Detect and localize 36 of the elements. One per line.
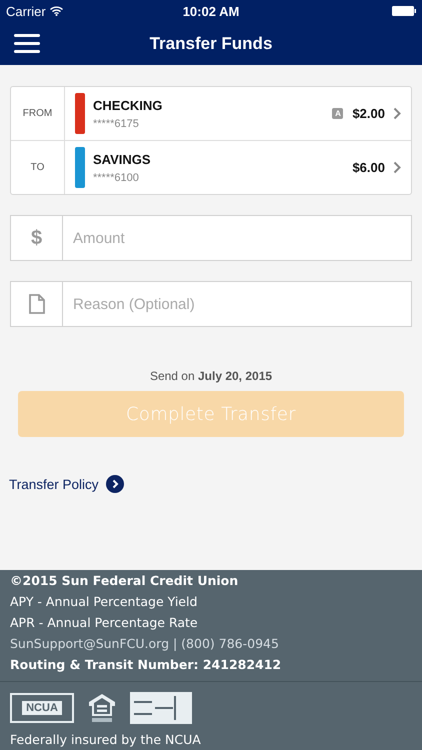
chevron-icon (393, 107, 401, 120)
account-role-label: TO (30, 162, 44, 173)
amount-input[interactable]: Amount (63, 216, 411, 260)
account-name: CHECKING (93, 98, 164, 112)
clock-time: 10:02 AM (182, 4, 240, 18)
account-selector[interactable]: CHECKING *****6175 A $2.00 (65, 87, 411, 140)
document-icon (28, 294, 44, 314)
carrier-label: Carrier (6, 4, 46, 18)
routing-number-text: Routing & Transit Number: 241282412 (10, 657, 282, 672)
chevron-icon (393, 161, 401, 174)
apy-text: APY - Annual Percentage Yield (10, 594, 198, 609)
ncua-logo: NCUA (10, 693, 74, 723)
account-balance: $6.00 (352, 160, 385, 175)
dollar-icon: $ (30, 226, 42, 250)
account-selector[interactable]: SAVINGS *****6100 $6.00 (65, 141, 411, 194)
send-date-text: Send on July 20, 2015 (150, 369, 272, 383)
menu-icon[interactable] (14, 34, 40, 53)
insured-text: Federally insured by the NCUA (9, 731, 202, 747)
brand-logo-drawing (130, 692, 192, 724)
contact-text: SunSupport@SunFCU.org | (800) 786-0945 (10, 636, 280, 651)
house-icon (88, 693, 116, 723)
account-role-label: FROM (22, 108, 52, 119)
battery-icon (392, 6, 416, 16)
account-number: *****6100 (93, 172, 140, 184)
transfer-policy-link[interactable]: Transfer Policy (9, 476, 99, 492)
page-title: Transfer Funds (150, 34, 272, 54)
wifi-icon (50, 6, 63, 16)
apr-text: APR - Annual Percentage Rate (10, 615, 199, 630)
chevron-circle-icon[interactable] (106, 475, 124, 493)
reason-input[interactable]: Reason (Optional) (63, 282, 411, 326)
copyright-text: ©2015 Sun Federal Credit Union (10, 573, 240, 588)
account-name: SAVINGS (93, 152, 152, 166)
account-balance: $2.00 (352, 106, 385, 121)
account-number: *****6175 (93, 118, 140, 130)
account-badge: A (332, 108, 344, 119)
reason-field[interactable]: Reason (Optional) (10, 281, 412, 327)
